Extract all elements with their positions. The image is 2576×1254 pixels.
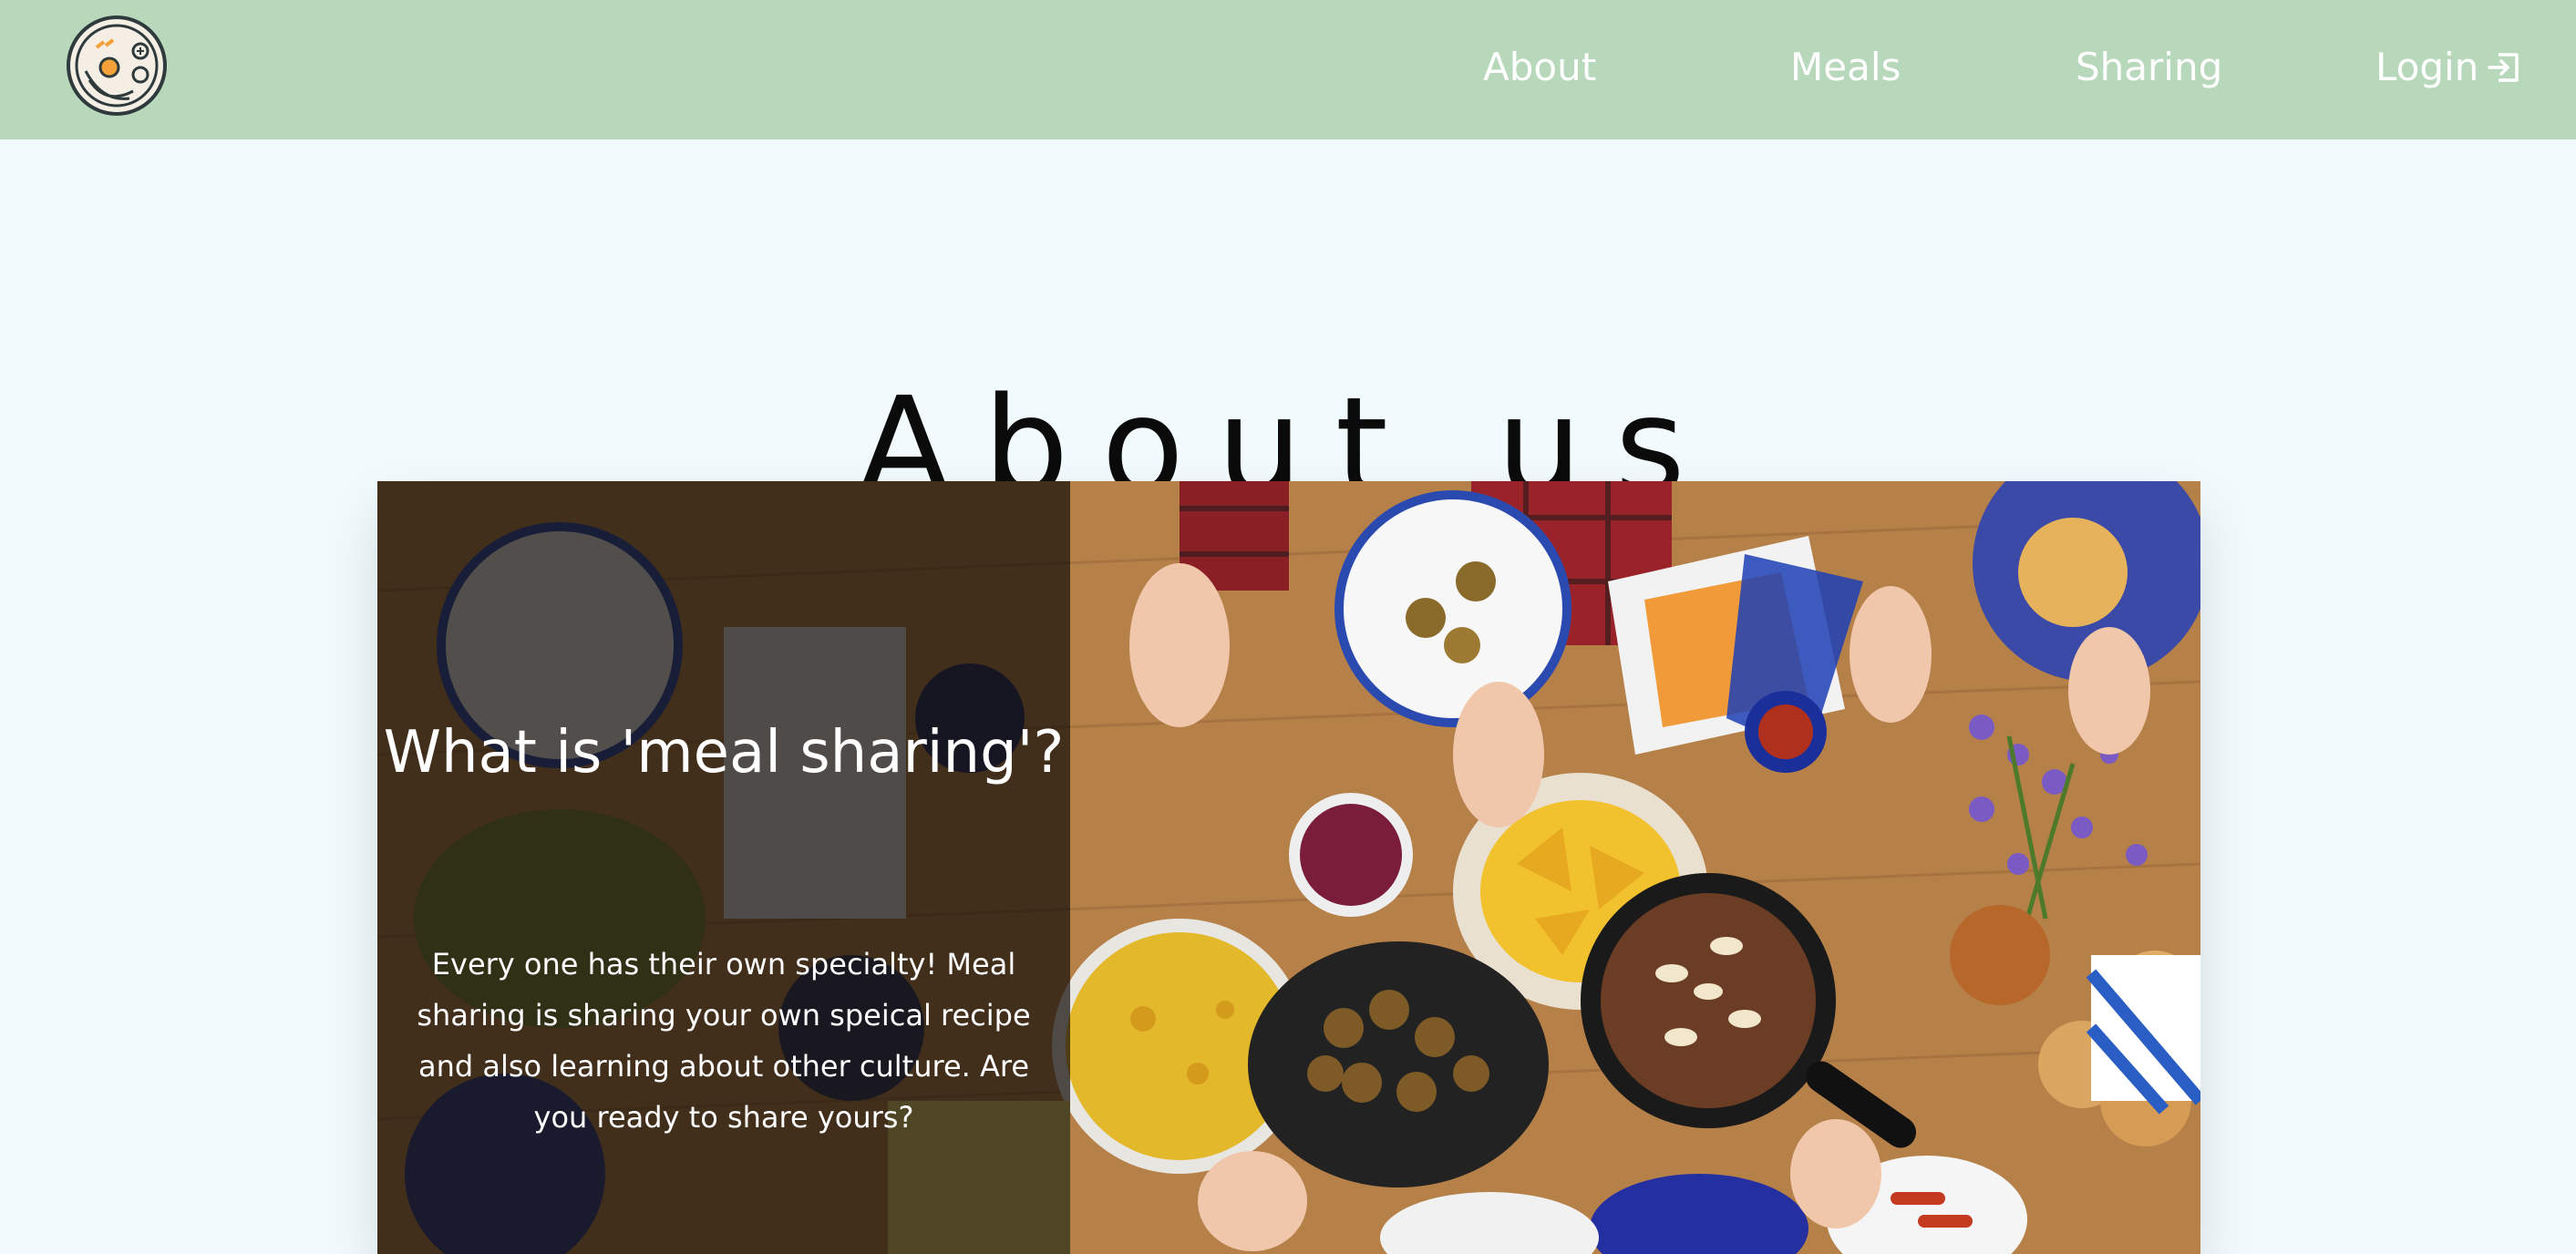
food-bowl-logo-icon[interactable]	[66, 15, 168, 117]
nav-login-link[interactable]: Login	[2375, 40, 2522, 95]
hero-description: Every one has their own specialty! Meal …	[417, 947, 1031, 1135]
hero-heading: What is 'meal sharing'?	[383, 719, 1065, 786]
nav-about-link[interactable]: About	[1483, 40, 1596, 95]
about-hero: What is 'meal sharing'? Every one has th…	[377, 481, 2200, 1254]
hero-text-overlay: What is 'meal sharing'? Every one has th…	[377, 481, 1070, 1254]
nav-sharing-link[interactable]: Sharing	[2076, 40, 2222, 95]
navbar: About Meals Sharing Login	[0, 0, 2576, 139]
login-icon	[2488, 53, 2519, 82]
login-label: Login	[2375, 45, 2479, 89]
nav-meals-link[interactable]: Meals	[1790, 40, 1901, 95]
